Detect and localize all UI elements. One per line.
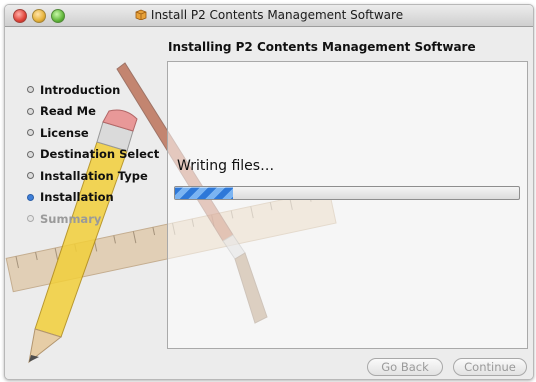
step-label: Installation <box>40 190 114 205</box>
install-status-text: Writing files… <box>177 158 275 174</box>
installer-content: Installing P2 Contents Management Softwa… <box>5 27 533 379</box>
package-icon <box>135 9 147 20</box>
step-read-me: Read Me <box>27 101 159 123</box>
step-introduction: Introduction <box>27 79 159 101</box>
step-label: License <box>40 125 89 140</box>
step-bullet <box>27 150 34 158</box>
step-license: License <box>27 122 159 144</box>
step-summary: Summary <box>27 208 159 230</box>
step-bullet <box>27 129 34 137</box>
installation-panel: Writing files… <box>167 61 528 349</box>
step-installation-type: Installation Type <box>27 165 159 187</box>
install-progress-fill <box>175 187 234 199</box>
step-label: Read Me <box>40 104 96 119</box>
installer-heading: Installing P2 Contents Management Softwa… <box>168 40 476 54</box>
step-bullet <box>27 172 34 180</box>
step-bullet <box>27 215 34 223</box>
step-label: Installation Type <box>40 168 148 183</box>
installer-steps: Introduction Read Me License Destination… <box>27 79 159 230</box>
step-bullet <box>27 107 34 115</box>
step-destination-select: Destination Select <box>27 144 159 166</box>
window-title-wrap: Install P2 Contents Management Software <box>5 8 533 22</box>
go-back-button[interactable]: Go Back <box>367 358 443 376</box>
step-bullet <box>27 86 34 94</box>
installer-window: Install P2 Contents Management Software <box>4 4 534 380</box>
continue-button[interactable]: Continue <box>453 358 527 376</box>
step-label: Summary <box>40 211 102 226</box>
step-label: Destination Select <box>40 147 160 162</box>
step-installation: Installation <box>27 187 159 209</box>
window-title: Install P2 Contents Management Software <box>150 8 404 22</box>
install-progress-bar <box>174 186 520 200</box>
step-label: Introduction <box>40 82 121 97</box>
step-bullet-active <box>27 193 34 201</box>
title-bar[interactable]: Install P2 Contents Management Software <box>5 5 533 27</box>
